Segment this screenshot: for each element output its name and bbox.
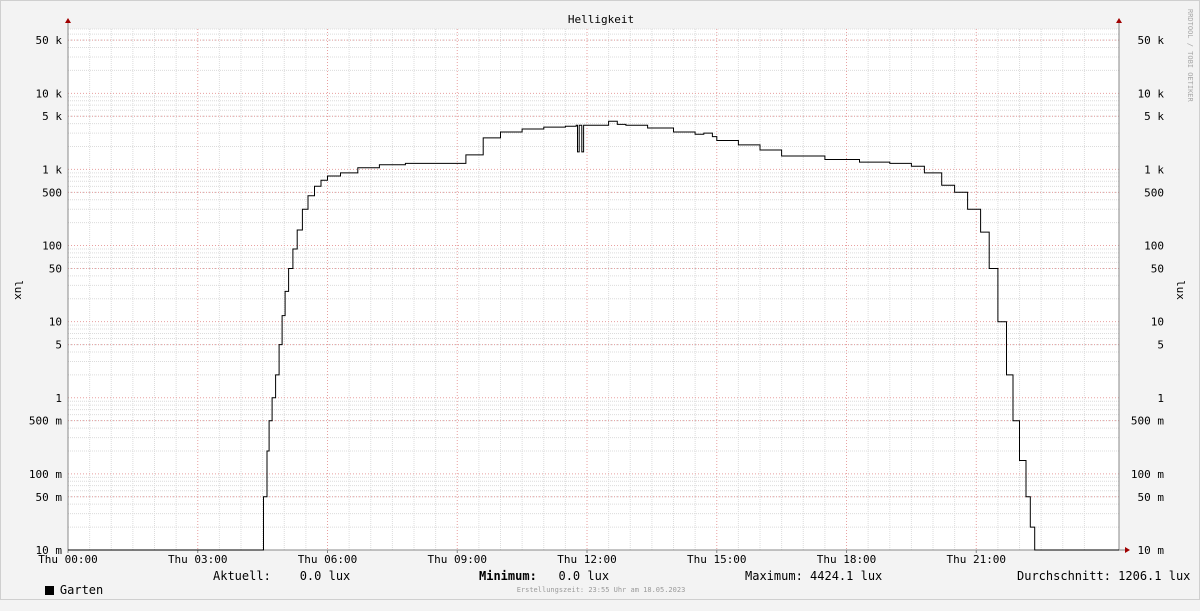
- y-axis-arrow-right: [1116, 18, 1122, 23]
- y-tick-label-left: 500 m: [29, 415, 62, 428]
- legend-durchschnitt: Durchschnitt: 1206.1 lux: [1017, 569, 1191, 583]
- legend-minimum-label: Minimum:: [479, 569, 537, 583]
- y-axis-label-left: lux: [12, 280, 25, 300]
- y-tick-label-right: 10 m: [1138, 544, 1165, 557]
- y-tick-label-right: 10 k: [1138, 87, 1165, 100]
- legend-minimum: Minimum: 0.0 lux: [479, 569, 609, 583]
- chart-frame: Thu 00:00 Thu 03:00 Thu 06:00 Thu 09:00 Thu …: [0, 0, 1200, 600]
- y-tick-label-left: 50 k: [36, 34, 63, 47]
- y-tick-label-left: 50 m: [36, 491, 63, 504]
- y-tick-label-right: 500: [1144, 186, 1164, 199]
- y-tick-label-left: 100: [42, 240, 62, 253]
- y-tick-label-right: 5 k: [1144, 110, 1164, 123]
- y-tick-label-left: 10: [49, 316, 62, 329]
- y-tick-label-left: 50: [49, 262, 62, 275]
- y-tick-label-right: 50 k: [1138, 34, 1165, 47]
- legend-aktuell: Aktuell: 0.0 lux: [213, 569, 351, 583]
- x-tick-label: Thu 21:00: [946, 553, 1006, 566]
- y-tick-label-left: 1: [55, 392, 62, 405]
- y-axis-arrow-left: [65, 18, 71, 23]
- y-tick-label-left: 10 m: [36, 544, 63, 557]
- y-tick-label-right: 1: [1157, 392, 1164, 405]
- y-tick-label-left: 10 k: [36, 87, 63, 100]
- y-tick-label-right: 5: [1157, 339, 1164, 352]
- x-axis-arrow: [1125, 547, 1130, 553]
- x-tick-label: Thu 12:00: [557, 553, 617, 566]
- footer-timestamp: Erstellungszeit: 23:55 Uhr am 18.05.2023: [516, 586, 686, 594]
- legend-minimum-value: 0.0 lux: [536, 569, 610, 583]
- y-tick-label-right: 10: [1151, 316, 1164, 329]
- plot-area: [68, 29, 1119, 550]
- y-tick-label-left: 1 k: [42, 163, 62, 176]
- chart-title: Helligkeit: [568, 13, 634, 26]
- legend-maximum: Maximum: 4424.1 lux: [745, 569, 883, 583]
- y-tick-label-left: 100 m: [29, 468, 62, 481]
- x-tick-label: Thu 06:00: [298, 553, 358, 566]
- y-tick-label-right: 100 m: [1131, 468, 1164, 481]
- y-tick-label-right: 50: [1151, 262, 1164, 275]
- y-tick-label-left: 5 k: [42, 110, 62, 123]
- y-tick-label-right: 500 m: [1131, 415, 1164, 428]
- x-tick-label: Thu 03:00: [168, 553, 228, 566]
- x-tick-label: Thu 18:00: [817, 553, 877, 566]
- y-tick-label-right: 50 m: [1138, 491, 1165, 504]
- x-tick-label: Thu 15:00: [687, 553, 747, 566]
- y-tick-label-right: 1 k: [1144, 163, 1164, 176]
- y-axis-label-right: lux: [1174, 280, 1187, 300]
- brightness-chart: Thu 00:00 Thu 03:00 Thu 06:00 Thu 09:00 Thu …: [12, 13, 1187, 566]
- rrdtool-watermark: RRDTOOL / TOBI OETIKER: [1186, 9, 1194, 102]
- y-tick-label-left: 500: [42, 186, 62, 199]
- y-tick-label-left: 5: [55, 339, 62, 352]
- x-tick-label: Thu 09:00: [427, 553, 487, 566]
- y-tick-label-right: 100: [1144, 240, 1164, 253]
